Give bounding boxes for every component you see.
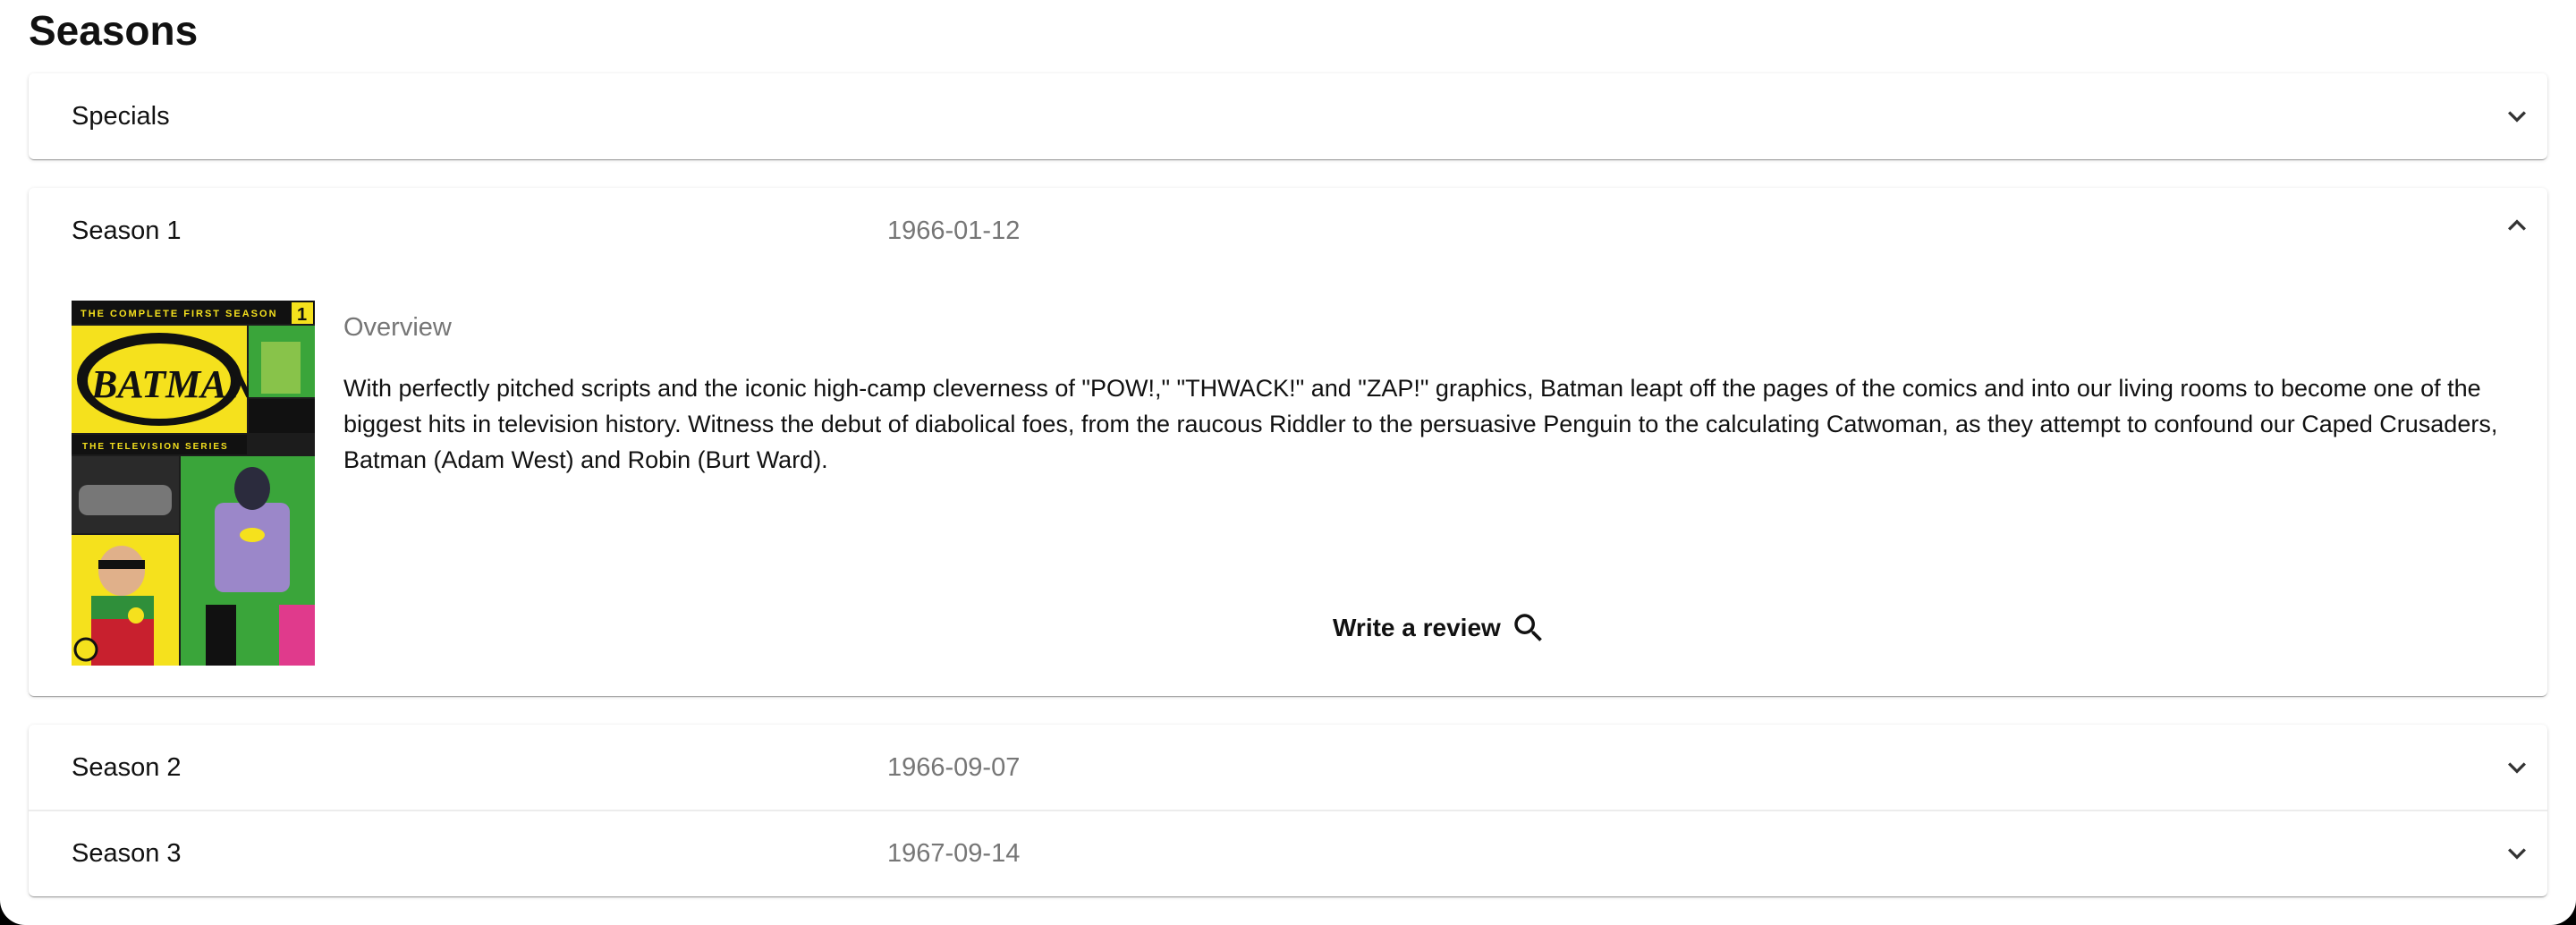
poster-banner: THE COMPLETE FIRST SEASON: [80, 309, 278, 319]
chevron-down-icon[interactable]: [2499, 750, 2535, 785]
poster-number: 1: [297, 305, 307, 325]
season-name: Specials: [72, 102, 170, 131]
poster-logo: BATMAN: [90, 362, 258, 406]
season-panel-group: Season 2 1966-09-07 Season 3 1967-09-14: [29, 725, 2547, 896]
season-air-date: 1967-09-14: [887, 839, 1021, 868]
season-panel-specials: Specials: [29, 73, 2547, 159]
season-air-date: 1966-09-07: [887, 753, 1021, 782]
season-header-season-2[interactable]: Season 2 1966-09-07: [29, 725, 2547, 810]
chevron-down-icon[interactable]: [2499, 836, 2535, 871]
season-air-date: 1966-01-12: [887, 216, 1021, 245]
write-review-button[interactable]: Write a review: [1333, 603, 1547, 653]
search-icon: [1514, 614, 1542, 641]
chevron-down-icon[interactable]: [2499, 98, 2535, 134]
chevron-up-icon[interactable]: [2499, 208, 2535, 243]
season-poster: THE COMPLETE FIRST SEASON 1 BATMAN THE T…: [72, 301, 315, 666]
poster-subtitle: THE TELEVISION SERIES: [82, 442, 229, 452]
seasons-page: Seasons Specials Season 1 1966-01-12 THE…: [0, 0, 2576, 925]
season-header-season-3[interactable]: Season 3 1967-09-14: [29, 810, 2547, 896]
season-name: Season 2: [72, 753, 182, 782]
season-name: Season 3: [72, 839, 182, 868]
season-header-season-1[interactable]: Season 1 1966-01-12: [29, 188, 2547, 274]
write-review-label: Write a review: [1333, 614, 1501, 641]
batman-poster-image: THE COMPLETE FIRST SEASON 1 BATMAN THE T…: [72, 301, 315, 666]
season-overview: With perfectly pitched scripts and the i…: [343, 375, 2498, 473]
overview-label: Overview: [343, 313, 452, 342]
season-panel-season-1: Season 1 1966-01-12 THE COMPLETE FIRST S…: [29, 188, 2547, 696]
season-header-specials[interactable]: Specials: [29, 73, 2547, 159]
season-name: Season 1: [72, 216, 182, 245]
page-title: Seasons: [29, 7, 199, 54]
